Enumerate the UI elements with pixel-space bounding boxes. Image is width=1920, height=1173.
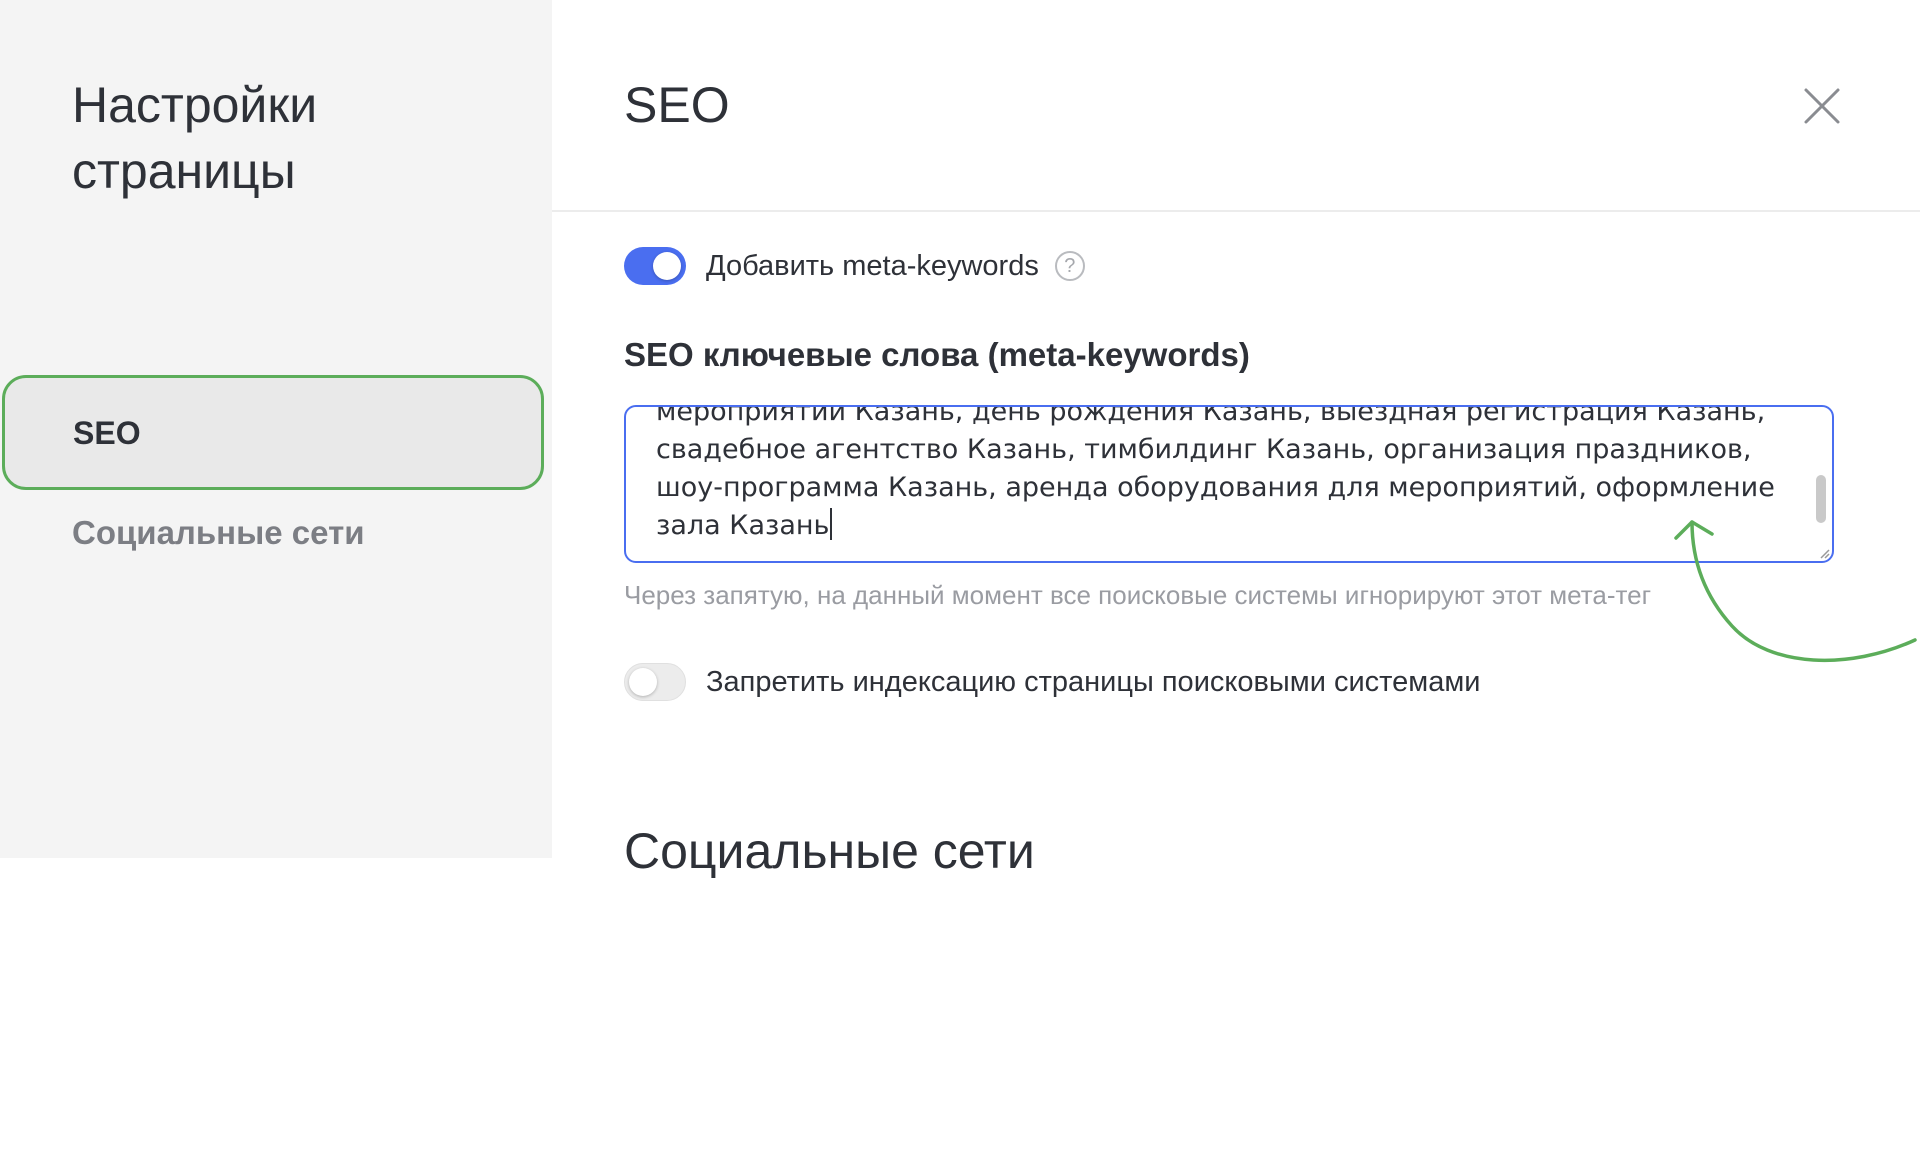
- keywords-field-label: SEO ключевые слова (meta-keywords): [624, 336, 1250, 373]
- close-icon[interactable]: [1802, 86, 1842, 126]
- main-panel: SEO Добавить meta-keywords ? SEO ключевы…: [552, 0, 1920, 879]
- meta-keywords-row: Добавить meta-keywords ?: [624, 246, 1085, 286]
- page-title: SEO: [624, 77, 730, 133]
- meta-keywords-label: Добавить meta-keywords: [706, 249, 1039, 282]
- text-caret: [830, 508, 833, 540]
- sidebar-item-label: SEO: [73, 415, 141, 451]
- toggle-knob: [629, 668, 657, 696]
- toggle-knob: [653, 252, 681, 280]
- textarea-scrollbar[interactable]: [1816, 475, 1826, 523]
- sidebar: Настройки страницы Основные SEO Социальн…: [0, 0, 1920, 1173]
- sidebar-item-social[interactable]: Социальные сети: [72, 513, 365, 553]
- keywords-textarea[interactable]: мероприятий Казань, день рождения Казань…: [624, 405, 1834, 563]
- keywords-textarea-value: мероприятий Казань, день рождения Казань…: [656, 405, 1784, 541]
- meta-keywords-toggle[interactable]: [624, 247, 686, 285]
- noindex-row: Запретить индексацию страницы поисковыми…: [624, 662, 1480, 702]
- question-icon[interactable]: ?: [1054, 251, 1085, 281]
- panel-header: SEO: [552, 0, 1920, 212]
- social-section-title: Социальные сети: [624, 823, 1035, 879]
- sidebar-title: Настройки страницы: [72, 77, 318, 199]
- resize-grip-icon[interactable]: [1818, 547, 1830, 559]
- noindex-label: Запретить индексацию страницы поисковыми…: [706, 665, 1481, 698]
- noindex-toggle[interactable]: [624, 663, 686, 701]
- keywords-hint: Через запятую, на данный момент все поис…: [624, 580, 1652, 610]
- sidebar-item-seo[interactable]: SEO: [2, 375, 544, 490]
